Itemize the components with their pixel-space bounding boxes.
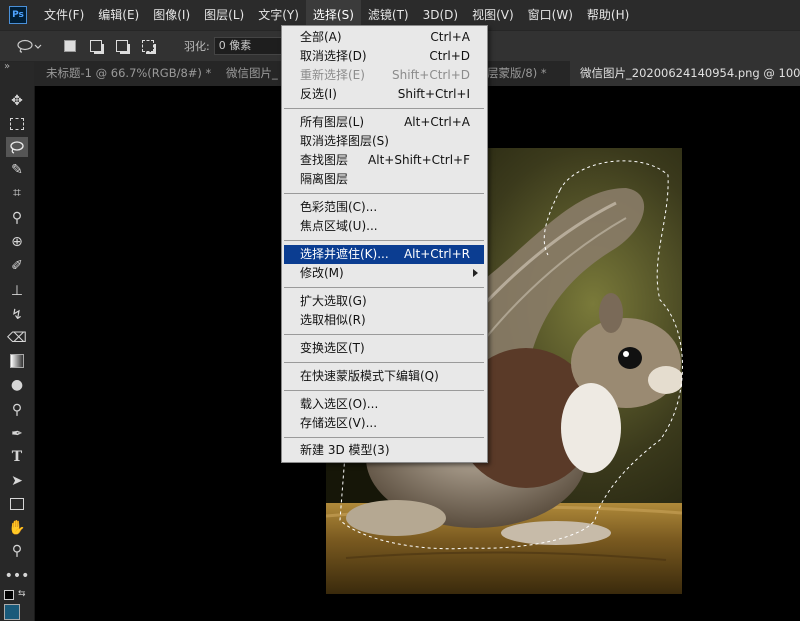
menu-item-isolate-layers[interactable]: 隔离图层 (284, 170, 484, 189)
menu-item-transform-selection[interactable]: 变换选区(T) (284, 339, 484, 358)
menu-separator (284, 437, 484, 438)
submenu-arrow-icon (473, 269, 478, 277)
menu-item-quick-mask[interactable]: 在快速蒙版模式下编辑(Q) (284, 367, 484, 386)
menu-item-new-3d-model[interactable]: 新建 3D 模型(3) (284, 441, 484, 460)
menu-separator (284, 287, 484, 288)
menu-item-all-layers[interactable]: 所有图层(L) Alt+Ctrl+A (284, 113, 484, 132)
menu-separator (284, 240, 484, 241)
menu-separator (284, 334, 484, 335)
menu-separator (284, 390, 484, 391)
menu-item-reselect[interactable]: 重新选择(E) Shift+Ctrl+D (284, 66, 484, 85)
menu-separator (284, 193, 484, 194)
select-menu-dropdown: 全部(A) Ctrl+A 取消选择(D) Ctrl+D 重新选择(E) Shif… (281, 25, 488, 463)
menu-separator (284, 108, 484, 109)
menu-item-focus-area[interactable]: 焦点区域(U)... (284, 217, 484, 236)
menu-item-grow[interactable]: 扩大选取(G) (284, 292, 484, 311)
menu-item-color-range[interactable]: 色彩范围(C)... (284, 198, 484, 217)
menu-item-deselect[interactable]: 取消选择(D) Ctrl+D (284, 47, 484, 66)
menu-item-modify[interactable]: 修改(M) (284, 264, 484, 283)
menu-separator (284, 362, 484, 363)
menu-item-find-layers[interactable]: 查找图层 Alt+Shift+Ctrl+F (284, 151, 484, 170)
menu-item-select-all[interactable]: 全部(A) Ctrl+A (284, 28, 484, 47)
menu-item-save-selection[interactable]: 存储选区(V)... (284, 414, 484, 433)
menu-item-similar[interactable]: 选取相似(R) (284, 311, 484, 330)
menu-item-select-and-mask[interactable]: 选择并遮住(K)... Alt+Ctrl+R (284, 245, 484, 264)
menu-item-deselect-layers[interactable]: 取消选择图层(S) (284, 132, 484, 151)
menu-item-inverse[interactable]: 反选(I) Shift+Ctrl+I (284, 85, 484, 104)
menu-item-load-selection[interactable]: 载入选区(O)... (284, 395, 484, 414)
